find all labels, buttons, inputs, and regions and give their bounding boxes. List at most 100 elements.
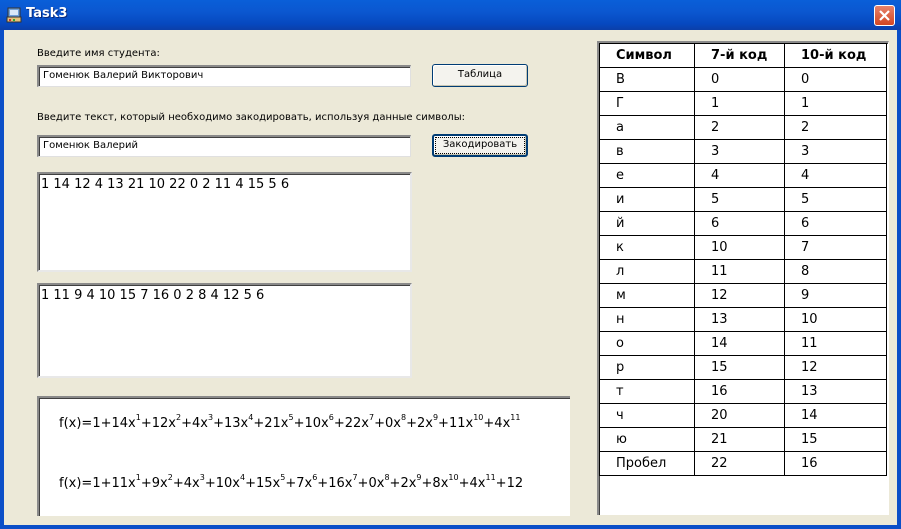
code10-cell[interactable]: 6 <box>784 211 887 236</box>
code10-cell[interactable]: 12 <box>784 355 887 380</box>
code10-cell[interactable]: 9 <box>784 283 887 308</box>
code7-cell[interactable]: 22 <box>694 451 785 476</box>
term-coefficient: 1 <box>92 476 101 491</box>
code7-cell[interactable]: 15 <box>694 355 785 380</box>
code7-cell[interactable]: 16 <box>694 379 785 404</box>
table-row[interactable]: т 16 13 <box>599 379 887 404</box>
term-coefficient: 9 <box>151 476 161 491</box>
close-button[interactable] <box>874 5 895 26</box>
code7-output[interactable]: 1 14 12 4 13 21 10 22 0 2 11 4 15 5 6 <box>37 172 412 272</box>
symbol-cell[interactable]: р <box>599 355 695 380</box>
table-row[interactable]: и55 <box>599 187 887 212</box>
term-coefficient: 4 <box>494 416 503 431</box>
code10-cell[interactable]: 4 <box>784 163 887 188</box>
term-exponent: 4 <box>248 413 254 422</box>
term-exponent: 5 <box>288 413 294 422</box>
term-coefficient: 4 <box>469 476 478 491</box>
code7-cell[interactable]: 11 <box>694 259 785 284</box>
symbol-cell[interactable]: н <box>599 307 695 332</box>
code10-cell[interactable]: 5 <box>784 187 887 212</box>
table-row[interactable]: о 14 11 <box>599 331 887 356</box>
code7-cell[interactable]: 14 <box>694 331 785 356</box>
symbol-code-table[interactable]: Символ 7-й код 10-й код В00Г11а22в33е44и… <box>597 41 889 515</box>
term-exponent: 2 <box>167 473 173 482</box>
term-exponent: 9 <box>432 413 439 422</box>
symbol-cell[interactable]: к <box>599 235 695 260</box>
code7-cell[interactable]: 6 <box>694 211 785 236</box>
polynomial-7: f(x)=1+14x1+12x2+4x3+13x4+21x5+10x6+22x7… <box>59 413 521 431</box>
code10-cell[interactable]: 10 <box>784 307 887 332</box>
term-coefficient: 22 <box>344 416 362 431</box>
table-button[interactable]: Таблица <box>432 64 528 87</box>
code7-cell[interactable]: 12 <box>694 283 785 308</box>
code7-cell[interactable]: 1 <box>694 91 785 116</box>
code10-cell[interactable]: 8 <box>784 259 887 284</box>
code10-cell[interactable]: 7 <box>784 235 887 260</box>
symbol-cell[interactable]: Пробел <box>599 451 695 476</box>
symbol-cell[interactable]: и <box>599 187 695 212</box>
column-header-code10: 10-й код <box>784 43 887 68</box>
symbol-cell[interactable]: т <box>599 379 695 404</box>
table-row[interactable]: л 11 8 <box>599 259 887 284</box>
symbol-cell[interactable]: л <box>599 259 695 284</box>
term-exponent: 1 <box>135 473 141 482</box>
table-row[interactable]: а22 <box>599 115 887 140</box>
code10-cell[interactable]: 2 <box>784 115 887 140</box>
code10-cell[interactable]: 3 <box>784 139 887 164</box>
table-row[interactable]: ю 21 15 <box>599 427 887 452</box>
code10-output[interactable]: 1 11 9 4 10 15 7 16 0 2 8 4 12 5 6 <box>37 283 412 378</box>
symbol-cell[interactable]: м <box>599 283 695 308</box>
symbol-cell[interactable]: о <box>599 331 695 356</box>
table-row[interactable]: Г11 <box>599 91 887 116</box>
term-exponent: 2 <box>176 413 182 422</box>
term-coefficient: 0 <box>368 476 377 491</box>
code10-cell[interactable]: 16 <box>784 451 887 476</box>
symbol-cell[interactable]: ю <box>599 427 695 452</box>
symbol-cell[interactable]: ч <box>599 403 695 428</box>
encode-button[interactable]: Закодировать <box>432 134 528 157</box>
table-row[interactable]: к 10 7 <box>599 235 887 260</box>
code7-cell[interactable]: 10 <box>694 235 785 260</box>
code10-cell[interactable]: 0 <box>784 67 887 92</box>
symbol-cell[interactable]: Г <box>599 91 695 116</box>
code10-cell[interactable]: 14 <box>784 403 887 428</box>
code7-cell[interactable]: 3 <box>694 139 785 164</box>
code10-cell[interactable]: 11 <box>784 331 887 356</box>
symbol-cell[interactable]: й <box>599 211 695 236</box>
code10-cell[interactable]: 15 <box>784 427 887 452</box>
term-coefficient: 15 <box>255 476 273 491</box>
table-row[interactable]: м 12 9 <box>599 283 887 308</box>
table-row[interactable]: р 15 12 <box>599 355 887 380</box>
code10-cell[interactable]: 13 <box>784 379 887 404</box>
table-row[interactable]: Пробел 22 16 <box>599 451 887 476</box>
code7-cell[interactable]: 4 <box>694 163 785 188</box>
table-row[interactable]: В00 <box>599 67 887 92</box>
code7-cell[interactable]: 5 <box>694 187 785 212</box>
window-frame-left <box>0 30 4 529</box>
table-row[interactable]: й66 <box>599 211 887 236</box>
text-to-encode-input[interactable]: Гоменюк Валерий <box>37 135 411 157</box>
term-exponent: 3 <box>199 473 205 482</box>
term-coefficient: 2 <box>400 476 409 491</box>
code7-cell[interactable]: 13 <box>694 307 785 332</box>
table-row[interactable]: ч 20 14 <box>599 403 887 428</box>
table-row[interactable]: н 13 10 <box>599 307 887 332</box>
close-icon <box>879 10 890 21</box>
code7-cell[interactable]: 21 <box>694 427 785 452</box>
code7-cell[interactable]: 0 <box>694 67 785 92</box>
symbol-cell[interactable]: В <box>599 67 695 92</box>
term-coefficient: 1 <box>92 416 101 431</box>
function-prefix: f(x)= <box>59 476 93 491</box>
code7-cell[interactable]: 2 <box>694 115 785 140</box>
term-coefficient: 11 <box>111 476 129 491</box>
table-row[interactable]: е44 <box>599 163 887 188</box>
symbol-cell[interactable]: е <box>599 163 695 188</box>
student-name-input[interactable]: Гоменюк Валерий Викторович <box>37 65 411 87</box>
symbol-cell[interactable]: в <box>599 139 695 164</box>
code7-cell[interactable]: 20 <box>694 403 785 428</box>
code10-cell[interactable]: 1 <box>784 91 887 116</box>
table-row[interactable]: в33 <box>599 139 887 164</box>
term-exponent: 7 <box>352 473 358 482</box>
window-frame-right <box>897 30 901 529</box>
symbol-cell[interactable]: а <box>599 115 695 140</box>
